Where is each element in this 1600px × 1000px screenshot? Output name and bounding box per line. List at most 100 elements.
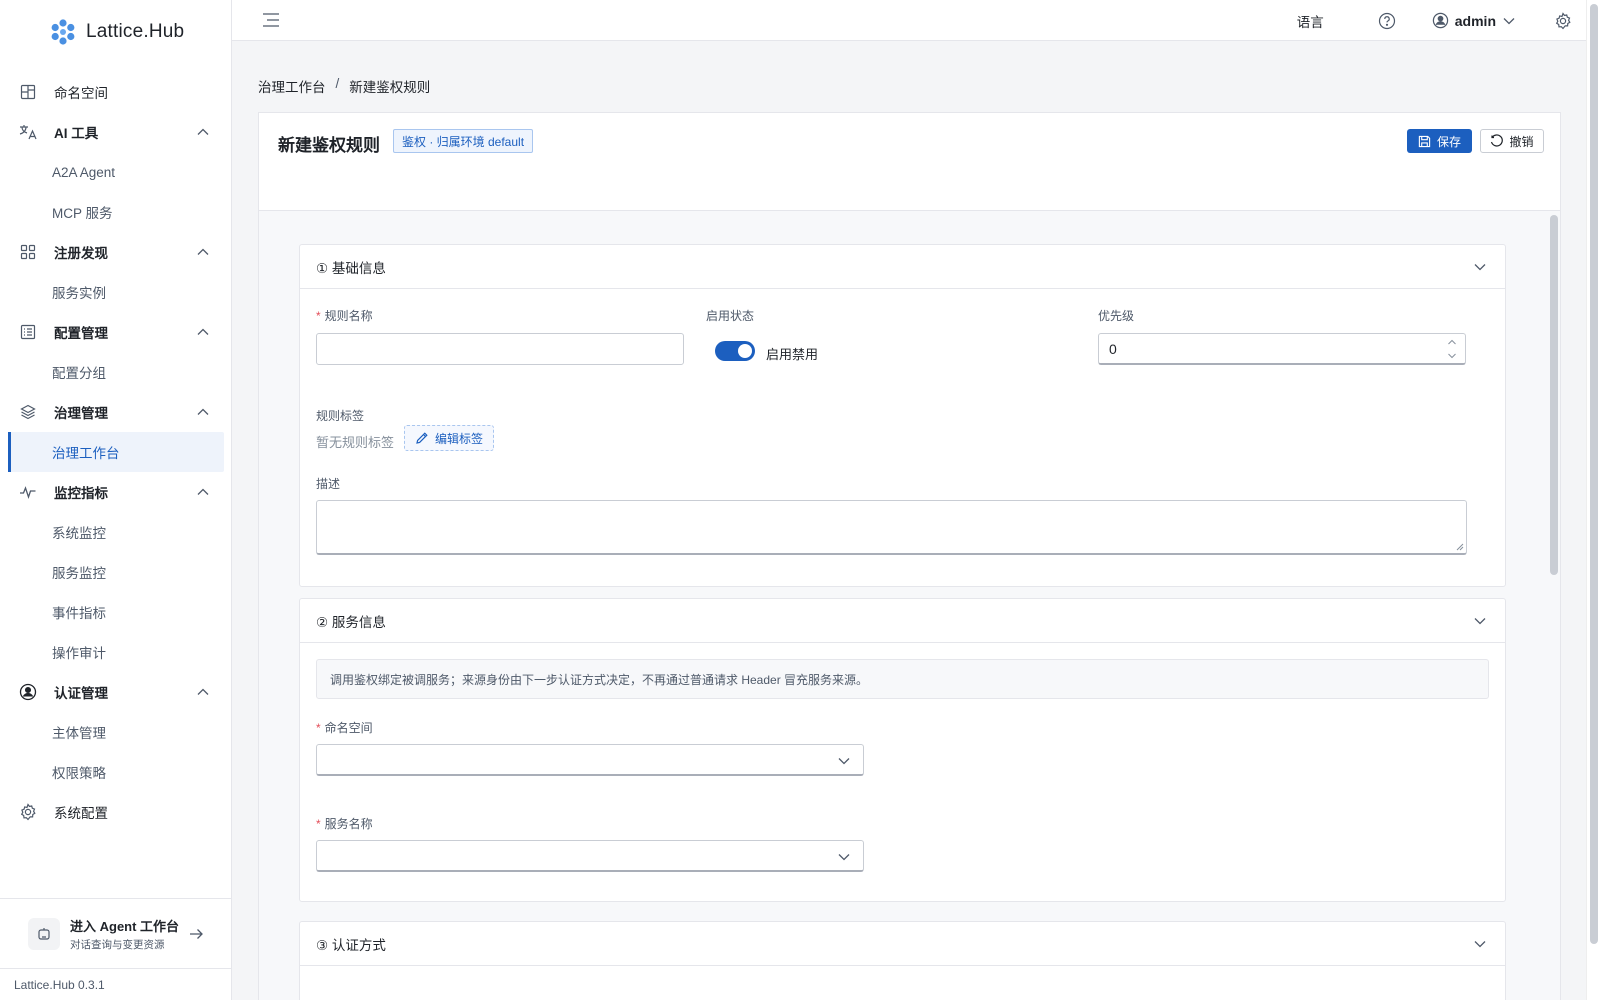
- stepper-icon[interactable]: [1447, 338, 1457, 360]
- chevron-up-icon: [197, 248, 209, 255]
- sidebar-item-label: 认证管理: [54, 686, 108, 701]
- sidebar-item-label: 监控指标: [54, 486, 108, 501]
- breadcrumb: 治理工作台 / 新建鉴权规则: [258, 76, 430, 96]
- app-logo[interactable]: Lattice.Hub: [50, 18, 184, 46]
- section-auth-method: ③ 认证方式: [299, 921, 1506, 1000]
- scope-tag: 鉴权 · 归属环境 default: [393, 129, 534, 153]
- agent-workbench-entry[interactable]: 进入 Agent 工作台 对话查询与变更资源: [0, 898, 232, 968]
- sidebar-item-system-monitor[interactable]: 系统监控: [0, 512, 232, 552]
- sidebar: Lattice.Hub 命名空间 AI 工具 A2A Agent MCP 服务 …: [0, 0, 232, 1000]
- user-menu[interactable]: admin: [1432, 12, 1516, 29]
- sidebar-group-monitoring[interactable]: 监控指标: [0, 472, 232, 512]
- chevron-down-icon: [1474, 264, 1486, 271]
- description-textarea[interactable]: [316, 500, 1467, 555]
- chevron-down-icon: [1474, 941, 1486, 948]
- sidebar-item-label: 命名空间: [54, 86, 108, 101]
- menu-toggle-icon[interactable]: [262, 12, 280, 28]
- card-header: 新建鉴权规则 鉴权 · 归属环境 default 保存 撤销: [259, 113, 1560, 211]
- rule-name-label: * 规则名称: [316, 309, 373, 323]
- save-button[interactable]: 保存: [1407, 129, 1472, 153]
- sidebar-item-service-monitor[interactable]: 服务监控: [0, 552, 232, 592]
- chevron-down-icon: [838, 854, 850, 861]
- chevron-up-icon: [197, 328, 209, 335]
- sidebar-item-a2a-agent[interactable]: A2A Agent: [0, 152, 232, 192]
- service-name-select[interactable]: [316, 840, 864, 872]
- sidebar-item-config-groups[interactable]: 配置分组: [0, 352, 232, 392]
- layers-icon: [18, 402, 38, 422]
- namespace-select[interactable]: [316, 744, 864, 776]
- chevron-up-icon: [197, 128, 209, 135]
- sidebar-item-label: 配置管理: [54, 326, 108, 341]
- user-avatar-icon: [1432, 12, 1448, 29]
- top-header: 语言 admin: [232, 0, 1586, 41]
- cancel-label: 撤销: [1509, 134, 1534, 149]
- sidebar-item-label: 治理管理: [54, 406, 108, 421]
- tags-empty-text: 暂无规则标签: [316, 435, 395, 450]
- user-circle-icon: [18, 682, 38, 702]
- save-label: 保存: [1436, 134, 1461, 149]
- sidebar-item-event-metrics[interactable]: 事件指标: [0, 592, 232, 632]
- sidebar-group-config[interactable]: 配置管理: [0, 312, 232, 352]
- sidebar-item-system-config[interactable]: 系统配置: [0, 792, 232, 832]
- form-scrollbar-thumb[interactable]: [1550, 215, 1558, 575]
- sidebar-item-namespace[interactable]: 命名空间: [0, 72, 232, 112]
- sidebar-group-ai-tools[interactable]: AI 工具: [0, 112, 232, 152]
- sidebar-group-auth[interactable]: 认证管理: [0, 672, 232, 712]
- undo-icon: [1491, 134, 1504, 147]
- service-notice: 调用鉴权绑定被调服务；来源身份由下一步认证方式决定，不再通过普通请求 Heade…: [316, 659, 1489, 699]
- sidebar-group-registry[interactable]: 注册发现: [0, 232, 232, 272]
- sidebar-item-label: 注册发现: [54, 246, 108, 261]
- rule-editor-card: 新建鉴权规则 鉴权 · 归属环境 default 保存 撤销 ① 基础信息 * 规…: [258, 112, 1561, 1000]
- pulse-icon: [18, 482, 38, 502]
- breadcrumb-current: 新建鉴权规则: [349, 80, 431, 95]
- sidebar-item-principals[interactable]: 主体管理: [0, 712, 232, 752]
- robot-icon: [28, 917, 60, 950]
- translate-icon: [18, 122, 38, 142]
- language-switch[interactable]: 语言: [1297, 11, 1324, 31]
- chevron-down-icon: [1503, 17, 1515, 24]
- chevron-down-icon: [838, 758, 850, 765]
- app-name: Lattice.Hub: [86, 21, 185, 42]
- sidebar-item-audit[interactable]: 操作审计: [0, 632, 232, 672]
- rule-name-input[interactable]: [316, 333, 684, 365]
- user-name: admin: [1454, 12, 1496, 29]
- section-header[interactable]: ③ 认证方式: [300, 922, 1505, 966]
- list-icon: [18, 322, 38, 342]
- sidebar-item-policies[interactable]: 权限策略: [0, 752, 232, 792]
- edit-tags-button[interactable]: 编辑标签: [404, 425, 495, 451]
- sidebar-item-label: AI 工具: [54, 126, 99, 141]
- sidebar-item-service-instances[interactable]: 服务实例: [0, 272, 232, 312]
- section-service-info: ② 服务信息 调用鉴权绑定被调服务；来源身份由下一步认证方式决定，不再通过普通请…: [299, 598, 1506, 902]
- header-actions: 语言 admin: [1297, 0, 1586, 41]
- section-header[interactable]: ① 基础信息: [300, 245, 1505, 289]
- page-title: 新建鉴权规则: [278, 136, 380, 155]
- priority-input[interactable]: 0: [1098, 333, 1466, 365]
- pencil-icon: [416, 432, 428, 444]
- status-label: 启用状态: [706, 309, 755, 323]
- breadcrumb-parent[interactable]: 治理工作台: [258, 76, 326, 96]
- sidebar-item-mcp-service[interactable]: MCP 服务: [0, 192, 232, 232]
- section-title: ① 基础信息: [316, 260, 386, 276]
- sidebar-nav: 命名空间 AI 工具 A2A Agent MCP 服务 注册发现 服务实例 配置…: [0, 72, 232, 832]
- service-name-label: * 服务名称: [316, 817, 373, 831]
- status-toggle[interactable]: [715, 341, 755, 361]
- priority-value: 0: [1109, 340, 1117, 357]
- priority-label: 优先级: [1098, 309, 1135, 323]
- edit-tags-label: 编辑标签: [435, 431, 484, 446]
- cancel-button[interactable]: 撤销: [1480, 129, 1544, 153]
- logo-icon: [51, 19, 75, 45]
- help-icon[interactable]: [1378, 12, 1396, 30]
- form-area: ① 基础信息 * 规则名称 启用状态 启用禁用 优先级 0 规则标签 暂无规则标签…: [259, 211, 1560, 1000]
- page-scrollbar[interactable]: [1586, 0, 1600, 1000]
- chevron-up-icon: [197, 488, 209, 495]
- section-header[interactable]: ② 服务信息: [300, 599, 1505, 643]
- sidebar-group-governance[interactable]: 治理管理: [0, 392, 232, 432]
- chevron-down-icon: [1474, 618, 1486, 625]
- settings-gear-icon[interactable]: [1554, 11, 1572, 30]
- page-scrollbar-thumb[interactable]: [1590, 4, 1598, 944]
- namespace-label: * 命名空间: [316, 721, 373, 735]
- apps-icon: [18, 242, 38, 262]
- chevron-up-icon: [197, 408, 209, 415]
- resize-handle-icon[interactable]: [1456, 543, 1464, 551]
- sidebar-item-governance-workbench[interactable]: 治理工作台: [8, 432, 224, 472]
